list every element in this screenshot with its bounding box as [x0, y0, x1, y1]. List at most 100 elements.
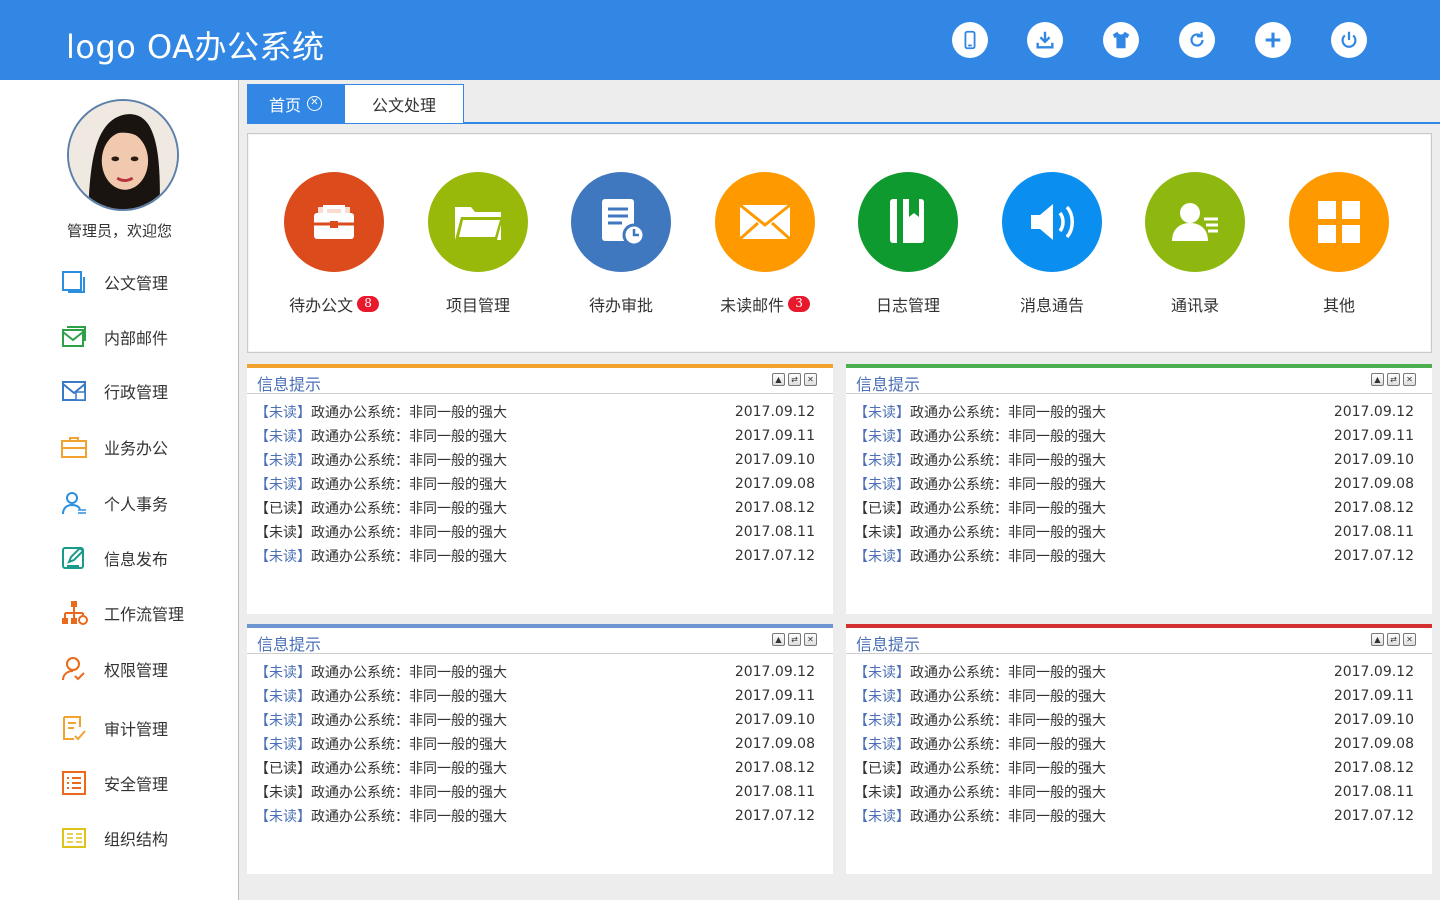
read-status[interactable]: 【未读】 — [854, 426, 910, 446]
sidebar-item-document[interactable]: 公文管理 — [60, 266, 230, 298]
message-title[interactable]: 政通办公系统：非同一般的强大 — [311, 758, 507, 778]
sidebar-item-mail[interactable]: 内部邮件 — [60, 321, 230, 353]
message-row[interactable]: 【未读】 政通办公系统：非同一般的强大 2017.09.11 — [846, 684, 1432, 708]
read-status[interactable]: 【已读】 — [255, 758, 311, 778]
message-title[interactable]: 政通办公系统：非同一般的强大 — [910, 662, 1106, 682]
tab-document-processing[interactable]: 公文处理 — [344, 84, 464, 123]
read-status[interactable]: 【未读】 — [255, 426, 311, 446]
refresh-icon[interactable] — [1179, 22, 1215, 58]
message-row[interactable]: 【未读】 政通办公系统：非同一般的强大 2017.08.11 — [846, 780, 1432, 804]
collapse-icon[interactable]: ▲ — [772, 373, 785, 386]
message-title[interactable]: 政通办公系统：非同一般的强大 — [910, 522, 1106, 542]
tshirt-icon[interactable] — [1103, 22, 1139, 58]
message-row[interactable]: 【未读】 政通办公系统：非同一般的强大 2017.09.08 — [247, 732, 833, 756]
read-status[interactable]: 【未读】 — [854, 474, 910, 494]
message-row[interactable]: 【已读】 政通办公系统：非同一般的强大 2017.08.12 — [846, 496, 1432, 520]
read-status[interactable]: 【未读】 — [255, 782, 311, 802]
quick-contacts[interactable]: 通讯录 — [1123, 172, 1267, 316]
message-title[interactable]: 政通办公系统：非同一般的强大 — [311, 474, 507, 494]
read-status[interactable]: 【未读】 — [854, 806, 910, 826]
sidebar-item-permission[interactable]: 权限管理 — [60, 653, 230, 685]
message-title[interactable]: 政通办公系统：非同一般的强大 — [311, 662, 507, 682]
sidebar-item-business[interactable]: 业务办公 — [60, 431, 230, 463]
download-icon[interactable] — [1027, 22, 1063, 58]
read-status[interactable]: 【未读】 — [255, 546, 311, 566]
message-title[interactable]: 政通办公系统：非同一般的强大 — [910, 782, 1106, 802]
close-icon[interactable]: ✕ — [1403, 633, 1416, 646]
message-row[interactable]: 【未读】 政通办公系统：非同一般的强大 2017.07.12 — [846, 804, 1432, 828]
message-row[interactable]: 【未读】 政通办公系统：非同一般的强大 2017.08.11 — [846, 520, 1432, 544]
message-row[interactable]: 【未读】 政通办公系统：非同一般的强大 2017.09.10 — [247, 448, 833, 472]
message-row[interactable]: 【未读】 政通办公系统：非同一般的强大 2017.09.08 — [247, 472, 833, 496]
message-row[interactable]: 【未读】 政通办公系统：非同一般的强大 2017.09.12 — [247, 660, 833, 684]
read-status[interactable]: 【未读】 — [854, 734, 910, 754]
message-title[interactable]: 政通办公系统：非同一般的强大 — [910, 806, 1106, 826]
close-icon[interactable]: ✕ — [1403, 373, 1416, 386]
message-row[interactable]: 【未读】 政通办公系统：非同一般的强大 2017.09.11 — [247, 424, 833, 448]
read-status[interactable]: 【未读】 — [255, 522, 311, 542]
read-status[interactable]: 【未读】 — [854, 450, 910, 470]
refresh-icon[interactable]: ⇄ — [1387, 633, 1400, 646]
message-row[interactable]: 【未读】 政通办公系统：非同一般的强大 2017.08.11 — [247, 520, 833, 544]
read-status[interactable]: 【已读】 — [854, 758, 910, 778]
read-status[interactable]: 【未读】 — [255, 710, 311, 730]
close-icon[interactable]: ✕ — [307, 96, 322, 111]
sidebar-item-security[interactable]: 安全管理 — [60, 767, 230, 799]
read-status[interactable]: 【未读】 — [255, 402, 311, 422]
sidebar-item-audit[interactable]: 审计管理 — [60, 712, 230, 744]
read-status[interactable]: 【未读】 — [255, 806, 311, 826]
quick-log-management[interactable]: 日志管理 — [836, 172, 980, 316]
message-row[interactable]: 【未读】 政通办公系统：非同一般的强大 2017.09.10 — [846, 448, 1432, 472]
message-row[interactable]: 【未读】 政通办公系统：非同一般的强大 2017.09.08 — [846, 732, 1432, 756]
read-status[interactable]: 【未读】 — [854, 662, 910, 682]
message-title[interactable]: 政通办公系统：非同一般的强大 — [311, 782, 507, 802]
collapse-icon[interactable]: ▲ — [1371, 633, 1384, 646]
message-row[interactable]: 【已读】 政通办公系统：非同一般的强大 2017.08.12 — [247, 496, 833, 520]
read-status[interactable]: 【已读】 — [255, 498, 311, 518]
read-status[interactable]: 【未读】 — [854, 522, 910, 542]
message-title[interactable]: 政通办公系统：非同一般的强大 — [910, 710, 1106, 730]
sidebar-item-publish[interactable]: 信息发布 — [60, 542, 230, 574]
message-title[interactable]: 政通办公系统：非同一般的强大 — [910, 426, 1106, 446]
read-status[interactable]: 【未读】 — [854, 686, 910, 706]
message-row[interactable]: 【未读】 政通办公系统：非同一般的强大 2017.07.12 — [846, 544, 1432, 568]
message-title[interactable]: 政通办公系统：非同一般的强大 — [910, 686, 1106, 706]
quick-message-notice[interactable]: 消息通告 — [980, 172, 1124, 316]
quick-pending-docs[interactable]: 待办公文 8 — [262, 172, 406, 316]
collapse-icon[interactable]: ▲ — [1371, 373, 1384, 386]
refresh-icon[interactable]: ⇄ — [788, 373, 801, 386]
message-title[interactable]: 政通办公系统：非同一般的强大 — [311, 426, 507, 446]
sidebar-item-admin[interactable]: 行政管理 — [60, 375, 230, 407]
message-row[interactable]: 【未读】 政通办公系统：非同一般的强大 2017.09.12 — [247, 400, 833, 424]
message-row[interactable]: 【未读】 政通办公系统：非同一般的强大 2017.07.12 — [247, 544, 833, 568]
message-title[interactable]: 政通办公系统：非同一般的强大 — [910, 546, 1106, 566]
message-row[interactable]: 【未读】 政通办公系统：非同一般的强大 2017.09.12 — [846, 400, 1432, 424]
read-status[interactable]: 【未读】 — [854, 710, 910, 730]
message-title[interactable]: 政通办公系统：非同一般的强大 — [311, 402, 507, 422]
power-icon[interactable] — [1331, 22, 1367, 58]
read-status[interactable]: 【未读】 — [255, 662, 311, 682]
refresh-icon[interactable]: ⇄ — [788, 633, 801, 646]
read-status[interactable]: 【未读】 — [255, 686, 311, 706]
message-title[interactable]: 政通办公系统：非同一般的强大 — [910, 734, 1106, 754]
message-row[interactable]: 【未读】 政通办公系统：非同一般的强大 2017.09.11 — [247, 684, 833, 708]
sidebar-item-personal[interactable]: 个人事务 — [60, 487, 230, 519]
message-row[interactable]: 【未读】 政通办公系统：非同一般的强大 2017.09.12 — [846, 660, 1432, 684]
message-row[interactable]: 【未读】 政通办公系统：非同一般的强大 2017.08.11 — [247, 780, 833, 804]
close-icon[interactable]: ✕ — [804, 373, 817, 386]
message-title[interactable]: 政通办公系统：非同一般的强大 — [311, 546, 507, 566]
message-title[interactable]: 政通办公系统：非同一般的强大 — [910, 402, 1106, 422]
message-row[interactable]: 【未读】 政通办公系统：非同一般的强大 2017.09.10 — [247, 708, 833, 732]
read-status[interactable]: 【未读】 — [255, 474, 311, 494]
read-status[interactable]: 【未读】 — [854, 546, 910, 566]
message-row[interactable]: 【未读】 政通办公系统：非同一般的强大 2017.09.08 — [846, 472, 1432, 496]
message-row[interactable]: 【未读】 政通办公系统：非同一般的强大 2017.07.12 — [247, 804, 833, 828]
read-status[interactable]: 【未读】 — [255, 734, 311, 754]
message-title[interactable]: 政通办公系统：非同一般的强大 — [311, 498, 507, 518]
message-title[interactable]: 政通办公系统：非同一般的强大 — [311, 710, 507, 730]
refresh-icon[interactable]: ⇄ — [1387, 373, 1400, 386]
close-icon[interactable]: ✕ — [804, 633, 817, 646]
quick-pending-approval[interactable]: 待办审批 — [549, 172, 693, 316]
phone-icon[interactable] — [952, 22, 988, 58]
message-title[interactable]: 政通办公系统：非同一般的强大 — [910, 474, 1106, 494]
